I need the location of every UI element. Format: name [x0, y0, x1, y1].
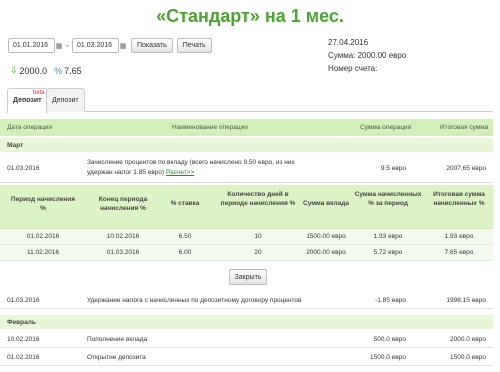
group-row-february: Февраль [0, 315, 493, 329]
calc-cell: 6.50 [178, 233, 192, 240]
stats-amount: 2000.0 [19, 65, 48, 76]
calc-cell: 1.93 евро [373, 233, 403, 240]
table-row: 01.03.2016 Зачисление процентов по вклад… [0, 154, 493, 183]
money-icon: ⇩ [10, 65, 18, 75]
date-filter-bar: 01.01.2016 ▦ - 01.03.2016 ▦ Показать Печ… [8, 38, 212, 53]
tab-label: Депозит [13, 97, 42, 104]
print-button[interactable]: Печать [176, 38, 212, 53]
calc-cell: 01.03.2016 [106, 249, 140, 256]
group-row-march: Март [0, 138, 493, 152]
tab-bar: Депозит beta Депозит [7, 86, 493, 113]
date-from-input[interactable]: 01.01.2016 [8, 38, 55, 53]
tab-deposit-active[interactable]: Депозит beta [7, 88, 48, 113]
calc-col-deposit: Сумма вклада [303, 200, 349, 207]
cell-date: 01.03.2016 [7, 297, 40, 304]
calc-cell: 2000.00 евро [306, 249, 346, 256]
cell-date: 10.02.2016 [7, 335, 40, 343]
info-date: 27.04.2016 [328, 38, 369, 47]
calc-cell: 10.02.2016 [106, 233, 140, 240]
table-header: Дата операции Наименование операции Сумм… [0, 119, 493, 136]
calc-col-period: Период начисления % [10, 196, 76, 212]
cell-date: 01.03.2016 [7, 164, 40, 172]
calc-row: 01.02.2016 10.02.2016 6.50 10 1500.00 ев… [0, 229, 493, 245]
close-button[interactable]: Закрыть [229, 269, 267, 285]
table-row: 01.02.2016 Открытие депозита 1500.0 евро… [0, 349, 493, 366]
deposit-stats: ⇩ 2000.0 % 7.65 [10, 65, 82, 76]
cell-amount: 9.5 евро [380, 164, 406, 172]
cell-total: 2000.0 евро [450, 335, 486, 343]
calc-cell: 20 [254, 249, 262, 256]
stats-rate: 7.65 [64, 65, 82, 76]
calc-cell: 11.02.2016 [26, 249, 60, 256]
info-sum: Сумма: 2000.00 евро [328, 51, 407, 60]
cell-name: Открытие депозита [87, 353, 146, 361]
calc-link[interactable]: Расчет>> [166, 169, 194, 176]
date-separator: - [66, 41, 69, 50]
cell-name: Зачисление процентов по вкладу (всего на… [87, 158, 307, 178]
calc-col-days: Количество дней в периоде начисления % [220, 191, 296, 207]
calc-cell: 7.65 евро [444, 249, 474, 256]
calendar-icon[interactable]: ▦ [119, 38, 127, 53]
calc-cell: 01.02.2016 [26, 233, 60, 240]
calc-table-header: Период начисления % Конец периода начисл… [0, 185, 493, 229]
cell-name: Пополнение вклада [87, 335, 148, 343]
col-header-amount: Сумма операции [360, 124, 412, 131]
calc-cell: 1500.00 евро [306, 233, 346, 240]
cell-date: 01.02.2016 [7, 353, 40, 361]
calendar-icon[interactable]: ▦ [55, 38, 63, 53]
cell-total: 2007.65 евро [446, 164, 486, 172]
calc-col-period-end: Конец периода начисления % [98, 196, 148, 212]
cell-amount: -1.85 евро [375, 297, 406, 304]
cell-total: 1500.0 евро [450, 353, 486, 361]
calc-col-rate: % ставка [170, 200, 200, 207]
table-row: 01.03.2016 Удержание налога с начисленны… [0, 293, 493, 309]
calc-col-total-accrued: Итоговая сумма начисленных % [433, 191, 485, 207]
calc-cell: 5.72 евро [373, 249, 403, 256]
cell-amount: 500.0 евро [373, 335, 406, 343]
deposit-info: 27.04.2016 Сумма: 2000.00 евро Номер сче… [328, 36, 406, 75]
info-account: Номер счета: [328, 64, 378, 73]
cell-total: 1998.15 евро [446, 297, 486, 304]
tab-deposit[interactable]: Депозит [46, 88, 85, 112]
calc-cell: 1.93 евро [444, 233, 474, 240]
show-button[interactable]: Показать [131, 38, 173, 53]
cell-amount: 1500.0 евро [370, 353, 406, 361]
beta-badge: beta [32, 90, 45, 96]
calc-row: 11.02.2016 01.03.2016 6.00 20 2000.00 ев… [0, 245, 493, 261]
col-header-date: Дата операции [7, 124, 53, 131]
cell-name: Удержание налога с начисленных по депози… [87, 297, 302, 304]
col-header-name: Наименование операции [172, 124, 248, 131]
calc-cell: 6.00 [178, 249, 192, 256]
table-row: 10.02.2016 Пополнение вклада 500.0 евро … [0, 331, 493, 348]
calc-cell: 10 [254, 233, 262, 240]
calc-col-accrued: Сумма начисленных % за период [354, 191, 422, 207]
percent-icon: % [54, 65, 63, 76]
tab-label: Депозит [52, 97, 79, 104]
col-header-total: Итоговая сумма [440, 124, 489, 131]
page-title: «Стандарт» на 1 мес. [156, 6, 344, 26]
date-to-input[interactable]: 01.03.2016 [72, 38, 119, 53]
